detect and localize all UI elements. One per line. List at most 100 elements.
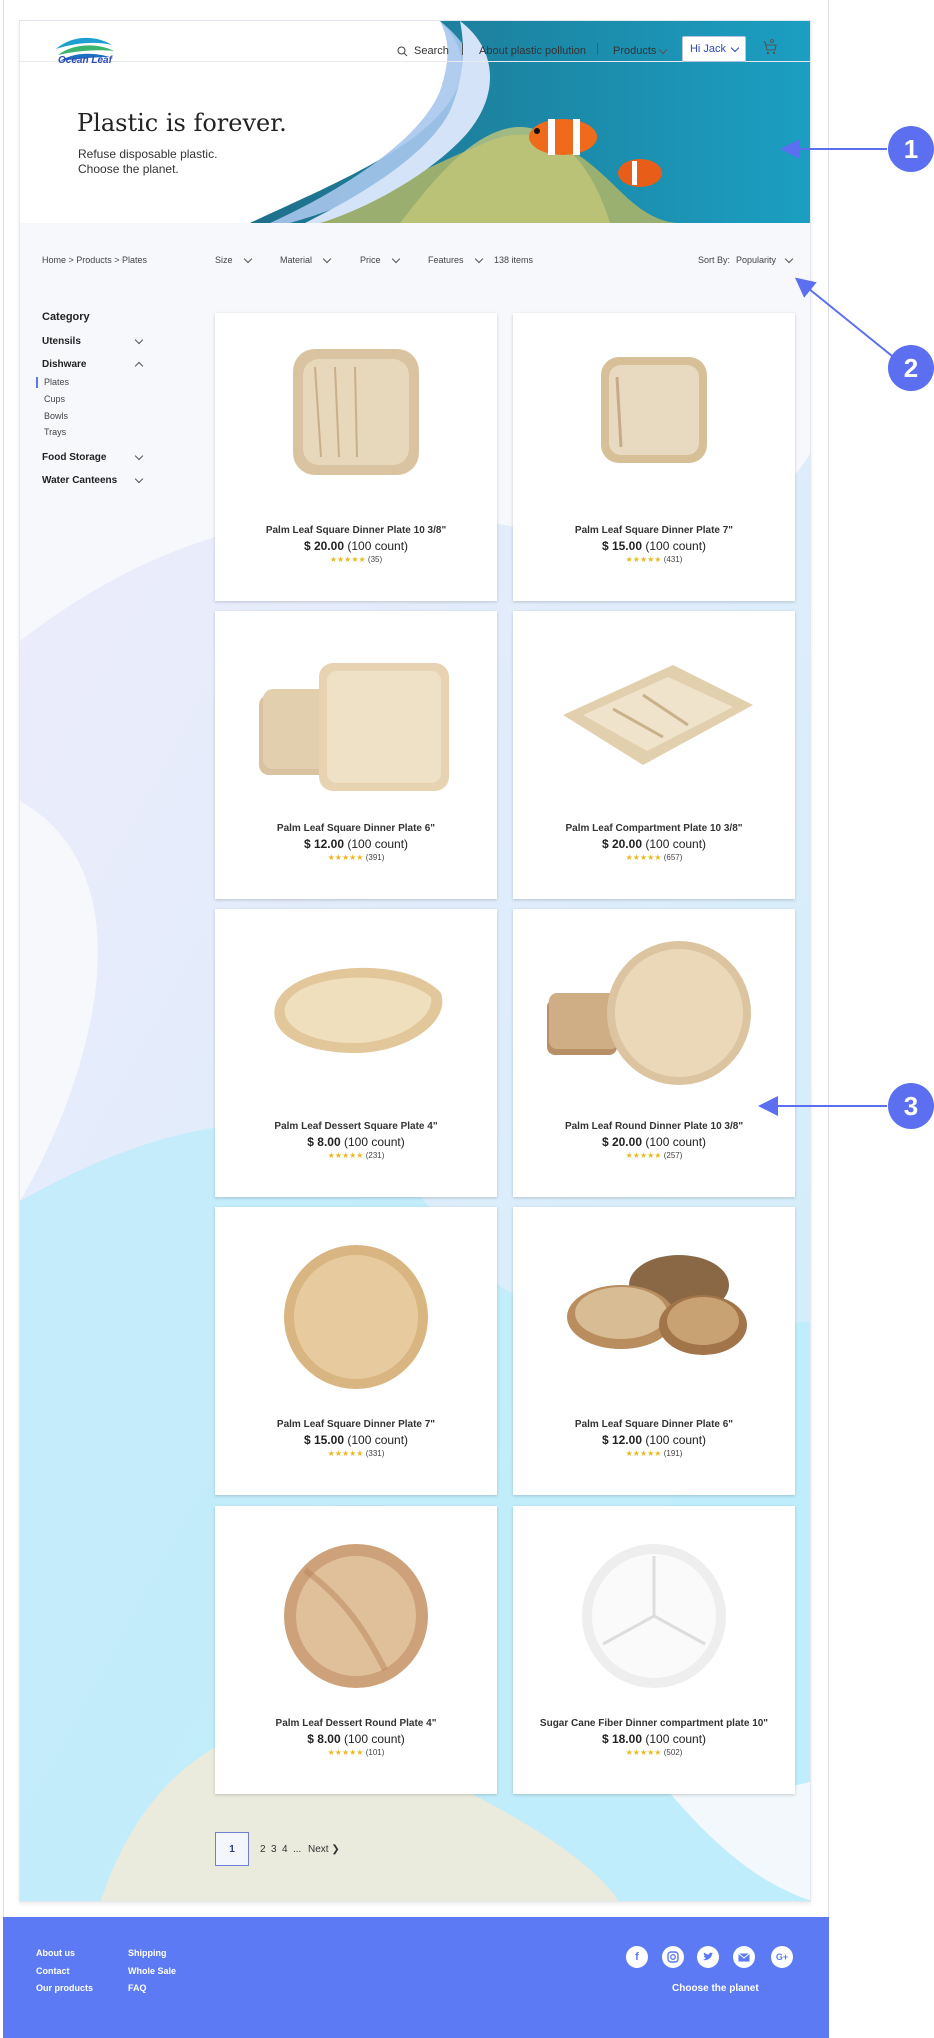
product-image[interactable] <box>543 327 765 505</box>
twitter-icon[interactable] <box>697 1946 719 1968</box>
sort-dropdown[interactable]: Sort By: Popularity <box>698 253 794 267</box>
product-card[interactable]: Palm Leaf Compartment Plate 10 3/8" $ 20.… <box>513 611 795 899</box>
product-name[interactable]: Palm Leaf Square Dinner Plate 6" <box>215 823 497 834</box>
product-card[interactable]: Palm Leaf Square Dinner Plate 7" $ 15.00 … <box>513 313 795 601</box>
product-name[interactable]: Palm Leaf Square Dinner Plate 10 3/8" <box>215 525 497 536</box>
review-count: (657) <box>663 853 683 862</box>
footer-shipping-link[interactable]: Shipping <box>128 1948 167 1958</box>
nav-divider <box>597 43 598 55</box>
about-plastic-pollution-link[interactable]: About plastic pollution <box>479 39 586 63</box>
instagram-icon[interactable] <box>662 1946 684 1968</box>
product-image[interactable] <box>543 1221 765 1399</box>
price-count: (100 count) <box>645 1732 707 1746</box>
product-image[interactable] <box>245 625 467 803</box>
footer-faq-link[interactable]: FAQ <box>128 1983 147 1993</box>
product-image[interactable] <box>245 327 467 505</box>
products-menu[interactable]: Products <box>613 39 668 63</box>
product-name[interactable]: Palm Leaf Compartment Plate 10 3/8" <box>513 823 795 834</box>
footer-our-products-link[interactable]: Our products <box>36 1983 93 1993</box>
features-filter-label: Features <box>428 255 464 265</box>
review-count: (391) <box>365 853 385 862</box>
footer-contact-link[interactable]: Contact <box>36 1966 70 1976</box>
page-4-link[interactable]: 4 <box>282 1844 288 1855</box>
product-price: $ 8.00 (100 count) <box>215 1732 497 1746</box>
price-count: (100 count) <box>347 539 409 553</box>
subcategory-bowls[interactable]: Bowls <box>44 411 68 421</box>
product-rating: ★★★★★ (391) <box>215 853 497 862</box>
category-label: Food Storage <box>42 452 107 463</box>
page-3-link[interactable]: 3 <box>271 1844 277 1855</box>
product-price: $ 8.00 (100 count) <box>215 1135 497 1149</box>
product-price: $ 12.00 (100 count) <box>513 1433 795 1447</box>
product-card[interactable]: Palm Leaf Dessert Round Plate 4" $ 8.00 (… <box>215 1506 497 1794</box>
product-image[interactable] <box>245 1221 467 1399</box>
subcategory-cups[interactable]: Cups <box>44 394 65 404</box>
subcategory-plates[interactable]: Plates <box>44 377 69 387</box>
category-water-canteens[interactable]: Water Canteens <box>42 474 144 486</box>
star-rating-icon: ★★★★★ <box>327 1748 364 1757</box>
product-card[interactable]: Sugar Cane Fiber Dinner compartment plat… <box>513 1506 795 1794</box>
product-name[interactable]: Palm Leaf Dessert Square Plate 4" <box>215 1121 497 1132</box>
search-link[interactable]: Search <box>397 39 449 63</box>
subcategory-trays[interactable]: Trays <box>44 427 66 437</box>
cart-icon[interactable] <box>760 37 780 57</box>
review-count: (331) <box>365 1449 385 1458</box>
footer-about-link[interactable]: About us <box>36 1948 75 1958</box>
price-value: $ 12.00 <box>601 1433 642 1447</box>
product-image[interactable] <box>543 1520 765 1698</box>
product-price: $ 20.00 (100 count) <box>215 539 497 553</box>
next-page-link[interactable]: Next ❯ <box>308 1844 340 1855</box>
product-card[interactable]: Palm Leaf Square Dinner Plate 7" $ 15.00 … <box>215 1207 497 1495</box>
mail-icon[interactable] <box>733 1946 755 1968</box>
page-2-link[interactable]: 2 <box>260 1844 266 1855</box>
product-name[interactable]: Palm Leaf Square Dinner Plate 7" <box>513 525 795 536</box>
hero-banner: Ocean Leaf Search About plastic pollutio… <box>20 21 810 223</box>
footer-wholesale-link[interactable]: Whole Sale <box>128 1966 176 1976</box>
review-count: (502) <box>663 1748 683 1757</box>
star-rating-icon: ★★★★★ <box>625 1449 662 1458</box>
product-name[interactable]: Palm Leaf Dessert Round Plate 4" <box>215 1718 497 1729</box>
product-name[interactable]: Palm Leaf Square Dinner Plate 6" <box>513 1419 795 1430</box>
chevron-down-icon <box>659 45 668 54</box>
user-menu-button[interactable]: Hi Jack <box>682 36 746 62</box>
sort-value: Popularity <box>736 255 777 265</box>
breadcrumb[interactable]: Home > Products > Plates <box>42 253 147 267</box>
product-image[interactable] <box>543 923 765 1101</box>
product-image[interactable] <box>245 1520 467 1698</box>
product-name[interactable]: Sugar Cane Fiber Dinner compartment plat… <box>513 1718 795 1729</box>
features-filter[interactable]: Features <box>428 253 483 267</box>
size-filter[interactable]: Size <box>215 253 252 267</box>
chevron-down-icon <box>134 335 144 345</box>
product-card[interactable]: Palm Leaf Round Dinner Plate 10 3/8" $ 20… <box>513 909 795 1197</box>
material-filter[interactable]: Material <box>280 253 332 267</box>
price-filter[interactable]: Price <box>360 253 400 267</box>
facebook-icon[interactable]: f <box>626 1946 648 1968</box>
price-value: $ 18.00 <box>601 1732 642 1746</box>
product-name[interactable]: Palm Leaf Square Dinner Plate 7" <box>215 1419 497 1430</box>
star-rating-icon: ★★★★★ <box>329 555 366 564</box>
product-image[interactable] <box>245 923 467 1101</box>
product-image[interactable] <box>543 625 765 803</box>
annotation-badge-3: 3 <box>888 1083 934 1129</box>
star-rating-icon: ★★★★★ <box>327 853 364 862</box>
price-value: $ 20.00 <box>601 1135 642 1149</box>
chevron-down-icon <box>243 254 252 263</box>
product-card[interactable]: Palm Leaf Square Dinner Plate 6" $ 12.00 … <box>215 611 497 899</box>
product-name[interactable]: Palm Leaf Round Dinner Plate 10 3/8" <box>513 1121 795 1132</box>
chevron-down-icon <box>784 254 794 263</box>
page-1-button[interactable]: 1 <box>215 1832 249 1866</box>
category-heading: Category <box>42 311 90 323</box>
category-food-storage[interactable]: Food Storage <box>42 451 144 463</box>
product-rating: ★★★★★ (191) <box>513 1449 795 1458</box>
product-card[interactable]: Palm Leaf Square Dinner Plate 6" $ 12.00 … <box>513 1207 795 1495</box>
instagram-glyph <box>667 1951 679 1963</box>
product-card[interactable]: Palm Leaf Square Dinner Plate 10 3/8" $ 2… <box>215 313 497 601</box>
mail-glyph <box>738 1952 750 1961</box>
search-label: Search <box>414 45 449 57</box>
price-count: (100 count) <box>645 1135 707 1149</box>
price-value: $ 20.00 <box>601 837 642 851</box>
category-utensils[interactable]: Utensils <box>42 335 144 347</box>
category-dishware[interactable]: Dishware <box>42 359 144 371</box>
product-card[interactable]: Palm Leaf Dessert Square Plate 4" $ 8.00 … <box>215 909 497 1197</box>
google-plus-icon[interactable]: G+ <box>771 1946 793 1968</box>
